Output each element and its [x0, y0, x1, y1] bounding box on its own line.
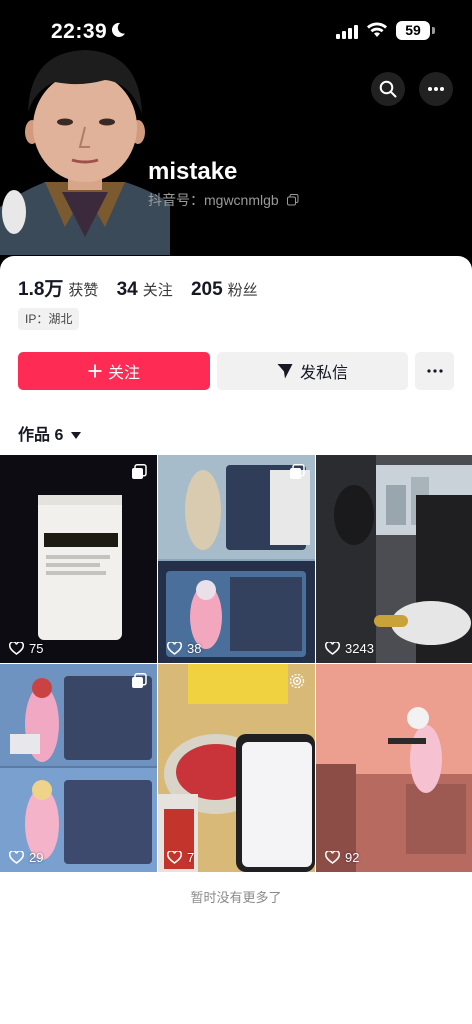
profile-username: mistake [148, 158, 238, 185]
stat-likes-label: 获赞 [68, 282, 99, 299]
heart-icon [167, 642, 182, 655]
tab-works-label: 作品 6 [18, 427, 64, 444]
video-thumbnail [158, 455, 315, 663]
multi-image-icon [131, 464, 147, 485]
multi-image-icon [289, 464, 305, 485]
moon-icon [110, 22, 126, 43]
stat-followers-value: 205 [190, 279, 223, 300]
live-photo-icon [289, 673, 305, 694]
battery-tip [432, 27, 435, 34]
more-options-button[interactable] [419, 72, 453, 106]
video-tile[interactable]: 92 [316, 664, 472, 872]
stat-likes-value: 1.8万 [18, 279, 64, 300]
video-tile[interactable]: 38 [158, 455, 315, 663]
battery-indicator: 59 [396, 21, 430, 40]
search-button[interactable] [371, 72, 405, 106]
video-likes-count: 92 [345, 850, 360, 865]
search-icon [379, 80, 397, 98]
stat-following-label: 关注 [142, 282, 173, 299]
stat-likes[interactable]: 1.8万 获赞 [18, 274, 98, 301]
no-more-content-label: 暂时没有更多了 [190, 890, 282, 905]
video-likes-count: 75 [29, 641, 44, 656]
stat-following-value: 34 [116, 279, 138, 300]
wifi-icon [367, 22, 387, 43]
plus-icon [88, 364, 102, 378]
video-likes: 92 [325, 850, 359, 865]
video-likes-count: 3243 [345, 641, 374, 656]
heart-icon [325, 642, 340, 655]
heart-icon [167, 851, 182, 864]
profile-card: 1.8万 获赞 34 关注 205 粉丝 IP：湖北 关注 发私信 作品 6 7… [0, 256, 472, 1024]
video-tile[interactable]: 7 [158, 664, 315, 872]
video-likes: 29 [9, 850, 43, 865]
video-likes-count: 7 [187, 850, 195, 865]
avatar[interactable] [0, 42, 170, 255]
video-thumbnail [316, 455, 472, 663]
caret-down-icon [70, 432, 81, 439]
stat-followers-label: 粉丝 [227, 282, 258, 299]
send-message-button[interactable]: 发私信 [217, 352, 408, 390]
video-thumbnail [158, 664, 315, 872]
heart-icon [325, 851, 340, 864]
stat-following[interactable]: 34 关注 [117, 279, 173, 301]
video-thumbnail [0, 664, 157, 872]
follow-button-label: 关注 [107, 365, 140, 382]
stat-followers[interactable]: 205 粉丝 [191, 279, 258, 301]
heart-icon [9, 851, 24, 864]
tab-works[interactable]: 作品 6 [18, 421, 81, 445]
ip-location-chip: IP：湖北 [18, 308, 80, 330]
video-tile[interactable]: 3243 [316, 455, 472, 663]
video-likes: 7 [167, 850, 194, 865]
more-actions-button[interactable] [415, 352, 454, 390]
heart-icon [9, 642, 24, 655]
video-tile[interactable]: 29 [0, 664, 157, 872]
ellipsis-icon [426, 369, 443, 373]
signal-icon [336, 25, 358, 44]
video-thumbnail [316, 664, 472, 872]
status-time: 22:39 [51, 20, 108, 43]
video-likes-count: 29 [29, 850, 44, 865]
copy-icon[interactable] [286, 193, 299, 209]
follow-button[interactable]: 关注 [18, 352, 210, 390]
ellipsis-icon [428, 87, 444, 91]
multi-image-icon [131, 673, 147, 694]
douyin-id-text: 抖音号：mgwcnmlgb [148, 192, 279, 208]
video-tile[interactable]: 75 [0, 455, 157, 663]
video-likes: 3243 [325, 641, 374, 656]
profile-stats: 1.8万 获赞 34 关注 205 粉丝 [18, 274, 272, 301]
video-likes-count: 38 [187, 641, 202, 656]
video-likes: 75 [9, 641, 43, 656]
douyin-id[interactable]: 抖音号：mgwcnmlgb [148, 190, 299, 210]
video-thumbnail [0, 455, 157, 663]
send-message-label: 发私信 [299, 365, 348, 382]
video-likes: 38 [167, 641, 201, 656]
send-icon [277, 364, 293, 379]
